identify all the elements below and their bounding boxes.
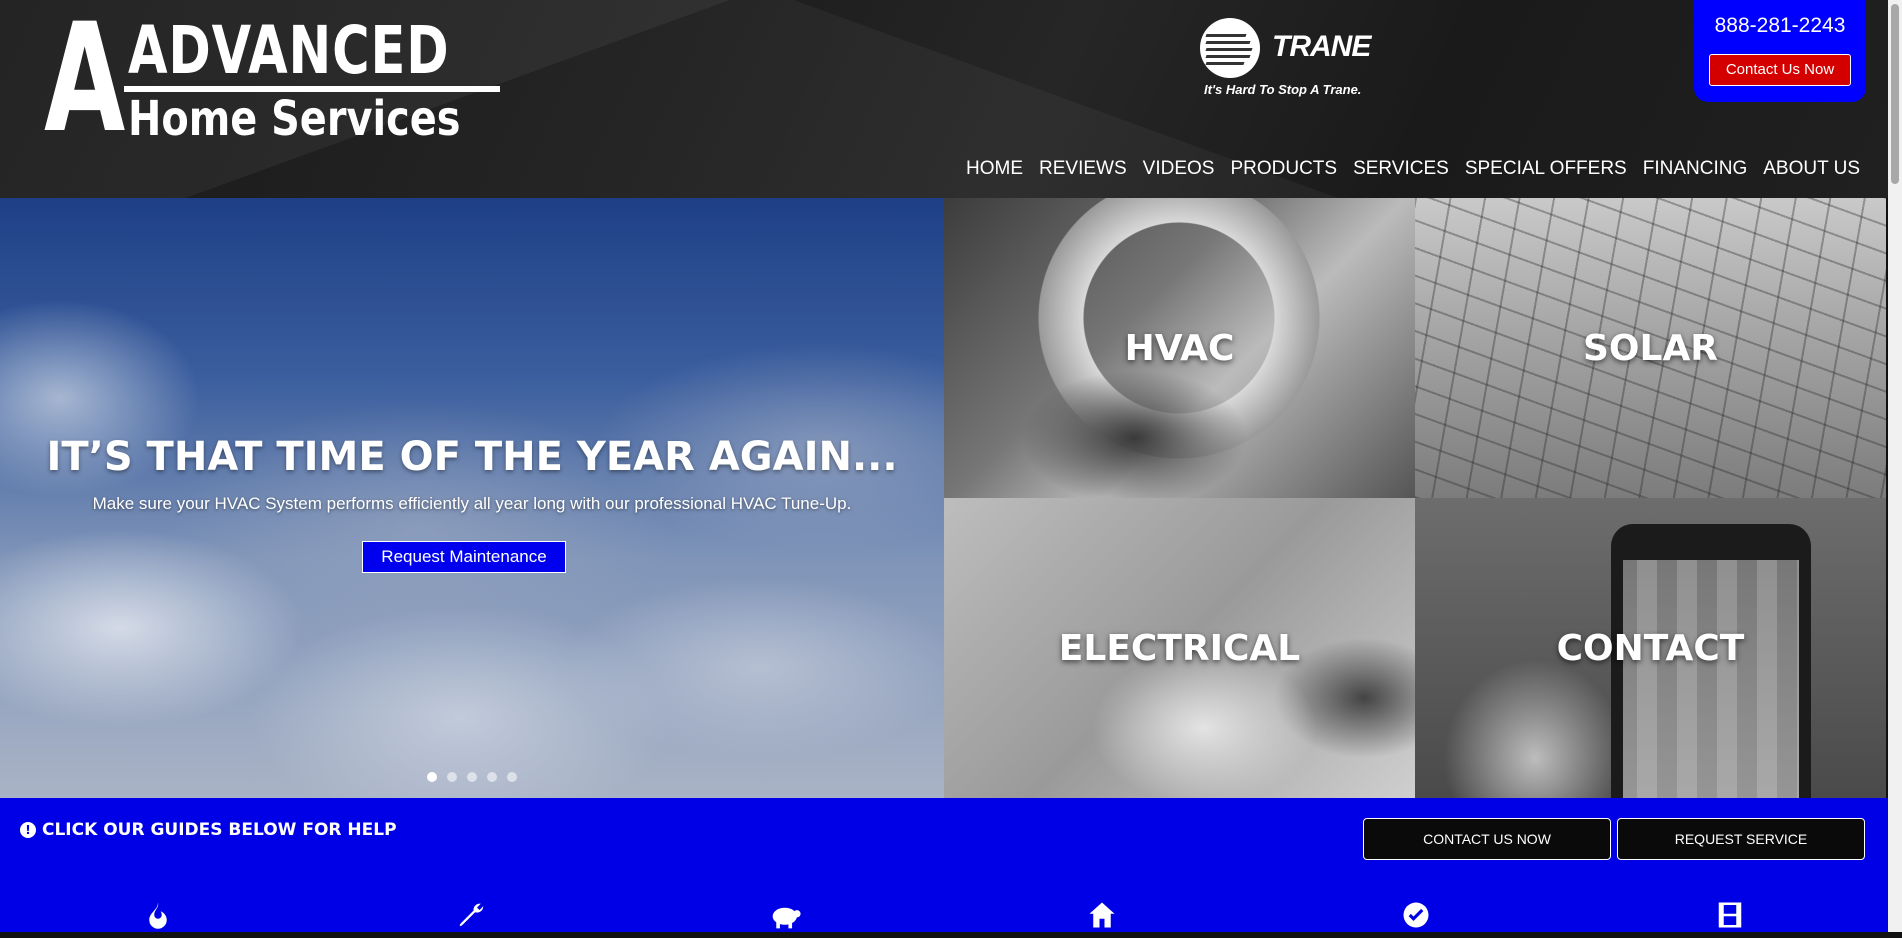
guides-heading-text: CLICK OUR GUIDES BELOW FOR HELP [42, 820, 397, 840]
scrollbar-thumb[interactable] [1891, 4, 1899, 184]
nav-home[interactable]: HOME [958, 158, 1031, 180]
hero-title: IT’S THAT TIME OF THE YEAR AGAIN... [46, 434, 898, 480]
tile-label: ELECTRICAL [1058, 627, 1301, 669]
nav-financing[interactable]: FINANCING [1635, 158, 1756, 180]
fire-icon[interactable] [141, 900, 175, 934]
tile-solar[interactable]: SOLAR [1415, 198, 1886, 498]
check-badge-icon[interactable] [1399, 900, 1433, 934]
slider-dot[interactable] [507, 772, 517, 782]
site-header: A ADVANCED Home Services TRANE It's Hard… [0, 0, 1888, 198]
tile-contact[interactable]: CONTACT [1415, 498, 1886, 798]
trane-tagline: It's Hard To Stop A Trane. [1204, 82, 1362, 97]
film-icon[interactable] [1713, 900, 1747, 934]
slider-dot[interactable] [487, 772, 497, 782]
slider-dot[interactable] [467, 772, 477, 782]
trane-emblem-icon [1200, 18, 1260, 78]
logo-letter: A [44, 0, 126, 166]
tile-electrical[interactable]: ELECTRICAL [944, 498, 1415, 798]
phone-contact-box: 888-281-2243 Contact Us Now [1694, 0, 1866, 102]
slider-dot[interactable] [447, 772, 457, 782]
phone-number-link[interactable]: 888-281-2243 [1694, 14, 1866, 38]
trane-logo: TRANE It's Hard To Stop A Trane. [1200, 18, 1380, 100]
guides-section: ! CLICK OUR GUIDES BELOW FOR HELP CONTAC… [0, 798, 1888, 932]
contact-us-now-guide-button[interactable]: CONTACT US NOW [1363, 818, 1611, 860]
advanced-home-services-logo[interactable]: A ADVANCED Home Services [44, 4, 500, 154]
piggy-bank-icon[interactable] [769, 900, 803, 934]
nav-special-offers[interactable]: SPECIAL OFFERS [1457, 158, 1635, 180]
info-icon: ! [20, 822, 36, 838]
logo-line2: Home Services [128, 91, 461, 147]
slider-dots [427, 772, 517, 782]
slider-dot[interactable] [427, 772, 437, 782]
home-icon[interactable] [1085, 900, 1119, 934]
tile-label: CONTACT [1556, 627, 1745, 669]
tile-label: HVAC [1124, 327, 1235, 369]
contact-us-now-button[interactable]: Contact Us Now [1709, 54, 1851, 86]
nav-about-us[interactable]: ABOUT US [1755, 158, 1868, 180]
nav-videos[interactable]: VIDEOS [1135, 158, 1223, 180]
request-maintenance-button[interactable]: Request Maintenance [362, 541, 566, 573]
guides-heading: ! CLICK OUR GUIDES BELOW FOR HELP [20, 820, 397, 840]
trane-wordmark: TRANE [1272, 30, 1371, 63]
nav-products[interactable]: PRODUCTS [1222, 158, 1345, 180]
tile-label: SOLAR [1582, 327, 1719, 369]
nav-services[interactable]: SERVICES [1345, 158, 1457, 180]
tile-hvac[interactable]: HVAC [944, 198, 1415, 498]
hero-subtitle: Make sure your HVAC System performs effi… [92, 494, 852, 513]
request-service-button[interactable]: REQUEST SERVICE [1617, 818, 1865, 860]
wrench-icon[interactable] [455, 900, 489, 934]
hero-slider: IT’S THAT TIME OF THE YEAR AGAIN... Make… [0, 198, 944, 798]
main-nav: HOME REVIEWS VIDEOS PRODUCTS SERVICES SP… [958, 158, 1868, 180]
logo-line1: ADVANCED [128, 12, 450, 89]
nav-reviews[interactable]: REVIEWS [1031, 158, 1135, 180]
